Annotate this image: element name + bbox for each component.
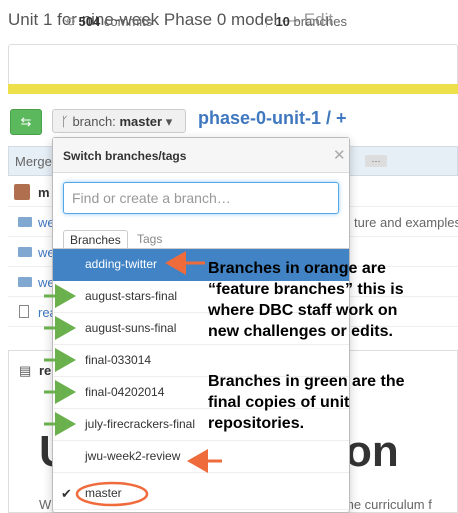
annotation-line: Branches in orange are <box>208 260 386 277</box>
annotation-line: new challenges or edits. <box>208 323 393 340</box>
orange-circle-highlight <box>75 481 149 507</box>
annotation-line: “feature branches” this is <box>208 281 404 298</box>
annotation-line: Branches in green are the <box>208 373 405 390</box>
annotation-arrows <box>44 251 222 507</box>
orange-annotation: Branches in orange are “feature branches… <box>208 258 404 342</box>
annotation-line: where DBC staff work on <box>208 302 398 319</box>
green-annotation: Branches in green are the final copies o… <box>208 371 405 434</box>
annotation-line: repositories. <box>208 415 305 432</box>
annotation-line: final copies of unit <box>208 394 350 411</box>
